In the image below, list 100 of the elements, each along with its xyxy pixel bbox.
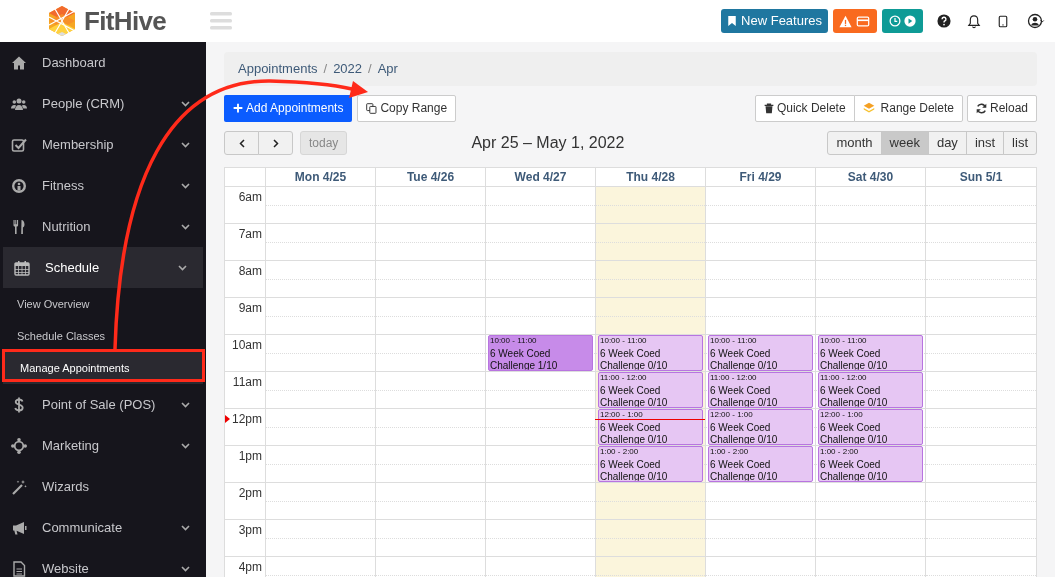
breadcrumb-link[interactable]: Apr xyxy=(377,59,398,79)
document-icon xyxy=(11,560,27,577)
sidebar-item[interactable]: Dashboard xyxy=(0,42,206,83)
sidebar-item[interactable]: Fitness xyxy=(0,165,206,206)
warning-icon xyxy=(839,14,852,28)
appointment-event[interactable]: 11:00 - 12:00 6 Week Coed Challenge 0/10 xyxy=(598,372,703,408)
event-title: 6 Week Coed Challenge 0/10 xyxy=(820,459,889,481)
appointment-event[interactable]: 1:00 - 2:00 6 Week Coed Challenge 0/10 xyxy=(818,446,923,482)
submenu-item[interactable]: Manage Appointments xyxy=(3,352,203,384)
chevron-down-icon xyxy=(181,442,190,449)
time-play-button[interactable] xyxy=(882,9,923,33)
submenu-item[interactable]: Schedule Classes xyxy=(0,320,206,352)
sidebar-item[interactable]: Nutrition xyxy=(0,206,206,247)
appointment-event[interactable]: 1:00 - 2:00 6 Week Coed Challenge 0/10 xyxy=(598,446,703,482)
breadcrumb-separator: / xyxy=(323,60,328,79)
appointment-event[interactable]: 11:00 - 12:00 6 Week Coed Challenge 0/10 xyxy=(818,372,923,408)
chevron-down-icon xyxy=(181,401,190,408)
sidebar-item[interactable]: People (CRM) xyxy=(0,83,206,124)
event-title: 6 Week Coed Challenge 1/10 xyxy=(490,348,559,370)
sidebar-item[interactable]: Wizards xyxy=(0,466,206,507)
now-marker-icon xyxy=(225,415,230,423)
breadcrumb-link[interactable]: Appointments xyxy=(238,59,318,79)
time-label: 1pm xyxy=(238,448,262,465)
checkbox-icon xyxy=(11,136,27,153)
appointment-event[interactable]: 10:00 - 11:00 6 Week Coed Challenge 1/10 xyxy=(488,335,593,371)
event-title: 6 Week Coed Challenge 0/10 xyxy=(600,385,669,407)
sidebar-item[interactable]: Schedule xyxy=(3,247,203,288)
crosshair-icon xyxy=(11,437,27,454)
time-label: 2pm xyxy=(238,485,262,502)
chevron-right-icon xyxy=(271,137,280,149)
event-title: 6 Week Coed Challenge 0/10 xyxy=(600,459,669,481)
logo-text: FitHive xyxy=(84,4,167,38)
event-time: 1:00 - 2:00 xyxy=(820,447,860,456)
appointment-event[interactable]: 12:00 - 1:00 6 Week Coed Challenge 0/10 xyxy=(708,409,813,445)
copy-range-button[interactable]: Copy Range xyxy=(357,94,457,122)
event-title: 6 Week Coed Challenge 0/10 xyxy=(600,422,669,444)
day-header: Tue 4/26 xyxy=(376,168,486,187)
sidebar-item[interactable]: Marketing xyxy=(0,425,206,466)
sidebar-item[interactable]: Point of Sale (POS) xyxy=(0,384,206,425)
appointment-event[interactable]: 12:00 - 1:00 6 Week Coed Challenge 0/10 xyxy=(598,409,703,445)
event-time: 10:00 - 11:00 xyxy=(710,336,758,345)
refresh-icon xyxy=(975,102,987,114)
add-appointments-button[interactable]: Add Appointments xyxy=(224,94,353,122)
sidebar-item[interactable]: Membership xyxy=(0,124,206,165)
sidebar-item[interactable]: Communicate xyxy=(0,507,206,548)
event-time: 1:00 - 2:00 xyxy=(600,447,640,456)
billing-alert-button[interactable] xyxy=(833,9,877,33)
play-icon xyxy=(904,15,916,27)
day-header: Sun 5/1 xyxy=(926,168,1037,187)
new-features-button[interactable]: New Features xyxy=(721,9,828,33)
reload-button[interactable]: Reload xyxy=(966,94,1037,122)
chevron-down-icon xyxy=(181,182,190,189)
submenu-item[interactable]: View Overview xyxy=(0,288,206,320)
event-time: 10:00 - 11:00 xyxy=(490,336,538,345)
sidebar-item[interactable]: Website xyxy=(0,548,206,577)
appointment-event[interactable]: 10:00 - 11:00 6 Week Coed Challenge 0/10 xyxy=(598,335,703,371)
appointment-event[interactable]: 12:00 - 1:00 6 Week Coed Challenge 0/10 xyxy=(818,409,923,445)
appointment-event[interactable]: 10:00 - 11:00 6 Week Coed Challenge 0/10 xyxy=(818,335,923,371)
event-time: 11:00 - 12:00 xyxy=(710,373,758,382)
next-button[interactable] xyxy=(258,131,293,155)
chevron-down-icon xyxy=(178,264,187,271)
range-delete-button[interactable]: Range Delete xyxy=(853,94,963,122)
event-time: 11:00 - 12:00 xyxy=(820,373,868,382)
time-label: 8am xyxy=(238,263,262,280)
quick-delete-button[interactable]: Quick Delete xyxy=(754,94,855,122)
event-title: 6 Week Coed Challenge 0/10 xyxy=(710,459,779,481)
view-tab[interactable]: inst xyxy=(965,131,1005,155)
trash-icon xyxy=(763,102,774,114)
magic-wand-icon xyxy=(11,478,27,495)
appointment-event[interactable]: 1:00 - 2:00 6 Week Coed Challenge 0/10 xyxy=(708,446,813,482)
home-icon xyxy=(11,54,27,71)
date-range-title: Apr 25 – May 1, 2022 xyxy=(471,133,625,153)
view-tab[interactable]: day xyxy=(927,131,967,155)
previous-button[interactable] xyxy=(224,131,259,155)
view-tab[interactable]: list xyxy=(1003,131,1037,155)
plus-icon xyxy=(233,103,243,113)
event-title: 6 Week Coed Challenge 0/10 xyxy=(600,348,669,370)
event-title: 6 Week Coed Challenge 0/10 xyxy=(710,348,779,370)
breadcrumb-link[interactable]: 2022 xyxy=(333,59,363,79)
time-label: 4pm xyxy=(238,559,262,576)
event-time: 1:00 - 2:00 xyxy=(710,447,750,456)
time-label: 6am xyxy=(238,189,262,206)
appointment-event[interactable]: 10:00 - 11:00 6 Week Coed Challenge 0/10 xyxy=(708,335,813,371)
view-tab[interactable]: week xyxy=(880,131,929,155)
time-label: 11am xyxy=(232,374,262,391)
appointment-event[interactable]: 11:00 - 12:00 6 Week Coed Challenge 0/10 xyxy=(708,372,813,408)
chevron-down-icon xyxy=(181,524,190,531)
megaphone-icon xyxy=(11,519,27,536)
logo-icon xyxy=(46,5,78,37)
utensils-icon xyxy=(11,218,27,235)
breadcrumb-separator: / xyxy=(368,60,372,79)
user-menu-icon xyxy=(1025,13,1047,29)
view-tab[interactable]: month xyxy=(827,131,882,155)
event-title: 6 Week Coed Challenge 0/10 xyxy=(710,385,779,407)
event-title: 6 Week Coed Challenge 0/10 xyxy=(820,348,889,370)
dollar-icon xyxy=(11,396,27,413)
credit-card-icon xyxy=(855,14,871,28)
layers-icon xyxy=(862,102,875,114)
fitness-icon xyxy=(11,177,27,194)
time-label: 12pm xyxy=(231,411,262,428)
